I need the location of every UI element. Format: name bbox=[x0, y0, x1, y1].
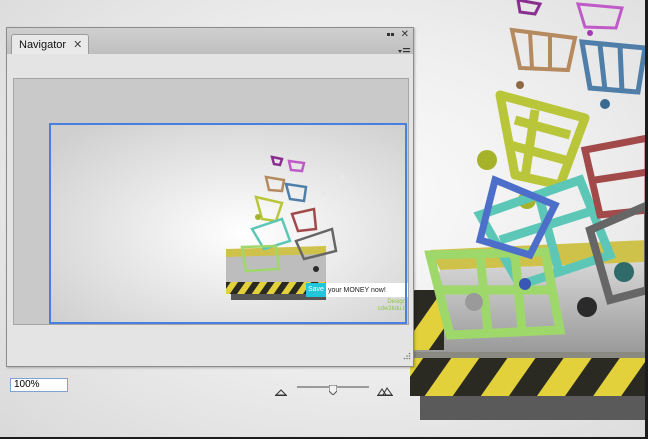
cart-steel-blue bbox=[578, 39, 648, 95]
panel-close-icon[interactable]: ✕ bbox=[401, 30, 409, 40]
tab-navigator-label: Navigator bbox=[19, 38, 67, 51]
zoom-slider-thumb[interactable] bbox=[328, 380, 338, 396]
collapse-icon[interactable] bbox=[386, 30, 395, 42]
panel-tab-bar: Navigator ✕ ✕ bbox=[7, 28, 413, 56]
preview-credit: Design cdw3ltdu.lt bbox=[336, 299, 406, 313]
navigator-content: Save your MONEY now! Design cdw3ltdu.lt … bbox=[7, 54, 413, 396]
preview-credit-line1: Design bbox=[387, 299, 406, 305]
zoom-in-icon[interactable] bbox=[377, 381, 393, 400]
cart-big-yellow bbox=[495, 90, 590, 190]
close-icon[interactable]: ✕ bbox=[73, 39, 82, 50]
preview-banner: Save your MONEY now! bbox=[306, 283, 408, 297]
navigator-panel: Navigator ✕ ✕ Save your MONEY now! Desig… bbox=[6, 27, 414, 396]
zoom-input[interactable]: 100% bbox=[10, 378, 68, 392]
cart-purple bbox=[575, 2, 624, 30]
preview-banner-highlight: Save bbox=[306, 283, 326, 297]
tab-navigator[interactable]: Navigator ✕ bbox=[11, 34, 89, 54]
preview-credit-line2: cdw3ltdu.lt bbox=[377, 306, 406, 312]
preview-banner-text: your MONEY now! bbox=[327, 286, 386, 294]
panel-menu-icon[interactable] bbox=[398, 42, 410, 56]
box-base-stripes bbox=[410, 356, 648, 396]
navigator-preview[interactable]: Save your MONEY now! Design cdw3ltdu.lt bbox=[13, 78, 409, 325]
cart-red bbox=[580, 134, 648, 219]
zoom-out-icon[interactable] bbox=[274, 381, 288, 400]
cart-magenta bbox=[516, 0, 543, 16]
cart-brown bbox=[509, 27, 578, 73]
resize-grip-icon[interactable] bbox=[403, 345, 411, 364]
box-shadow bbox=[420, 394, 648, 420]
